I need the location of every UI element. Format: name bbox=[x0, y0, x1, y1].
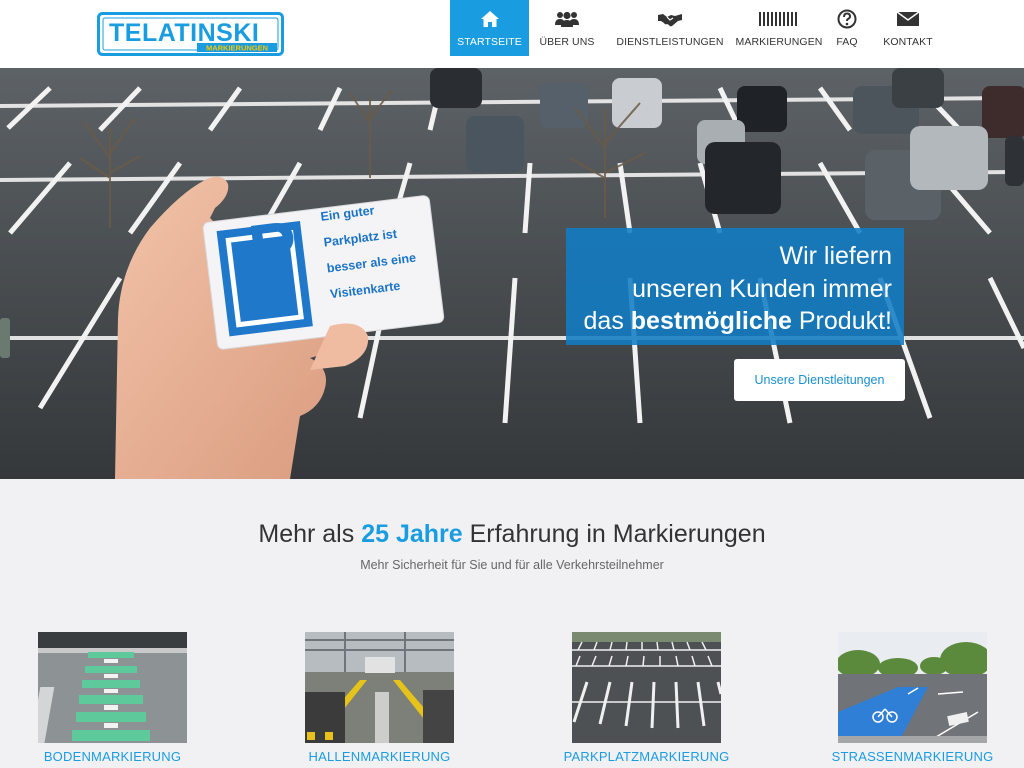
section-title-accent: 25 Jahre bbox=[361, 520, 463, 548]
card-slogan: Ein guter Parkplatz ist besser als eine … bbox=[319, 188, 461, 307]
nav-label: KONTAKT bbox=[883, 36, 933, 48]
nav-dienstleistungen[interactable]: DIENSTLEISTUNGEN bbox=[611, 0, 729, 56]
service-label[interactable]: HALLENMARKIERUNG bbox=[265, 749, 494, 764]
svg-text:MARKIERUNGEN: MARKIERUNGEN bbox=[206, 44, 268, 53]
hero-section: P Ein guter Parkplatz ist besser als ein… bbox=[0, 68, 1024, 479]
bodenmarkierung-image[interactable] bbox=[30, 632, 187, 743]
nav-ueber-uns[interactable]: ÜBER UNS bbox=[530, 0, 604, 56]
service-card-hallenmarkierung: HALLENMARKIERUNG bbox=[305, 632, 454, 764]
nav-label: STARTSEITE bbox=[457, 36, 522, 48]
parkplatzmarkierung-image[interactable] bbox=[572, 632, 723, 743]
nav-label: DIENSTLEISTUNGEN bbox=[616, 36, 724, 48]
nav-faq[interactable]: FAQ bbox=[825, 0, 869, 56]
nav-label: FAQ bbox=[836, 36, 858, 48]
nav-startseite[interactable]: STARTSEITE bbox=[450, 0, 529, 56]
service-card-parkplatzmarkierung: PARKPLATZMARKIERUNG bbox=[564, 632, 729, 764]
section-title: Mehr als 25 Jahre Erfahrung in Markierun… bbox=[0, 520, 1024, 549]
strassenmarkierung-image[interactable] bbox=[836, 632, 992, 744]
hero-headline-line: unseren Kunden immer bbox=[632, 274, 892, 303]
envelope-icon bbox=[897, 9, 919, 29]
nav-label: MARKIERUNGEN bbox=[735, 36, 823, 48]
company-logo[interactable]: TELATINSKI MARKIERUNGEN bbox=[97, 12, 284, 56]
hero-headline-line: das bestmögliche Produkt! bbox=[566, 305, 892, 338]
hero-headline-text: Produkt! bbox=[791, 307, 892, 335]
main-nav: STARTSEITE ÜBER UNS DIENSTLEISTUNGEN MAR… bbox=[450, 0, 940, 56]
question-icon bbox=[837, 9, 857, 29]
section-title-text: Mehr als bbox=[258, 520, 362, 548]
hero-headline-line: Wir liefern bbox=[779, 242, 892, 270]
users-icon bbox=[554, 9, 580, 29]
service-label[interactable]: BODENMARKIERUNG bbox=[0, 749, 227, 764]
services-cta-button[interactable]: Unsere Dienstleitungen bbox=[734, 359, 905, 401]
service-card-strassenmarkierung: STRASSENMARKIERUNG bbox=[832, 632, 993, 764]
home-icon bbox=[480, 9, 500, 29]
card-sign-letter: P bbox=[244, 206, 302, 292]
nav-markierungen[interactable]: MARKIERUNGEN bbox=[733, 0, 825, 56]
section-title-text: Erfahrung in Markierungen bbox=[462, 520, 766, 548]
handshake-icon bbox=[658, 9, 682, 29]
service-label[interactable]: STRASSENMARKIERUNG bbox=[798, 749, 1024, 764]
service-card-bodenmarkierung: BODENMARKIERUNG bbox=[30, 632, 187, 764]
hero-headline-text: das bbox=[583, 307, 631, 335]
section-subtitle: Mehr Sicherheit für Sie und für alle Ver… bbox=[360, 558, 664, 572]
hallenmarkierung-image[interactable] bbox=[305, 632, 454, 743]
hero-headline-bold: bestmögliche bbox=[630, 307, 792, 335]
hero-headline-box: Wir liefern unseren Kunden immer das bes… bbox=[566, 228, 904, 345]
nav-kontakt[interactable]: KONTAKT bbox=[876, 0, 940, 56]
nav-label: ÜBER UNS bbox=[539, 36, 595, 48]
site-header: TELATINSKI MARKIERUNGEN STARTSEITE ÜBER … bbox=[0, 0, 1024, 68]
barcode-icon bbox=[759, 9, 799, 29]
service-label[interactable]: PARKPLATZMARKIERUNG bbox=[532, 749, 761, 764]
